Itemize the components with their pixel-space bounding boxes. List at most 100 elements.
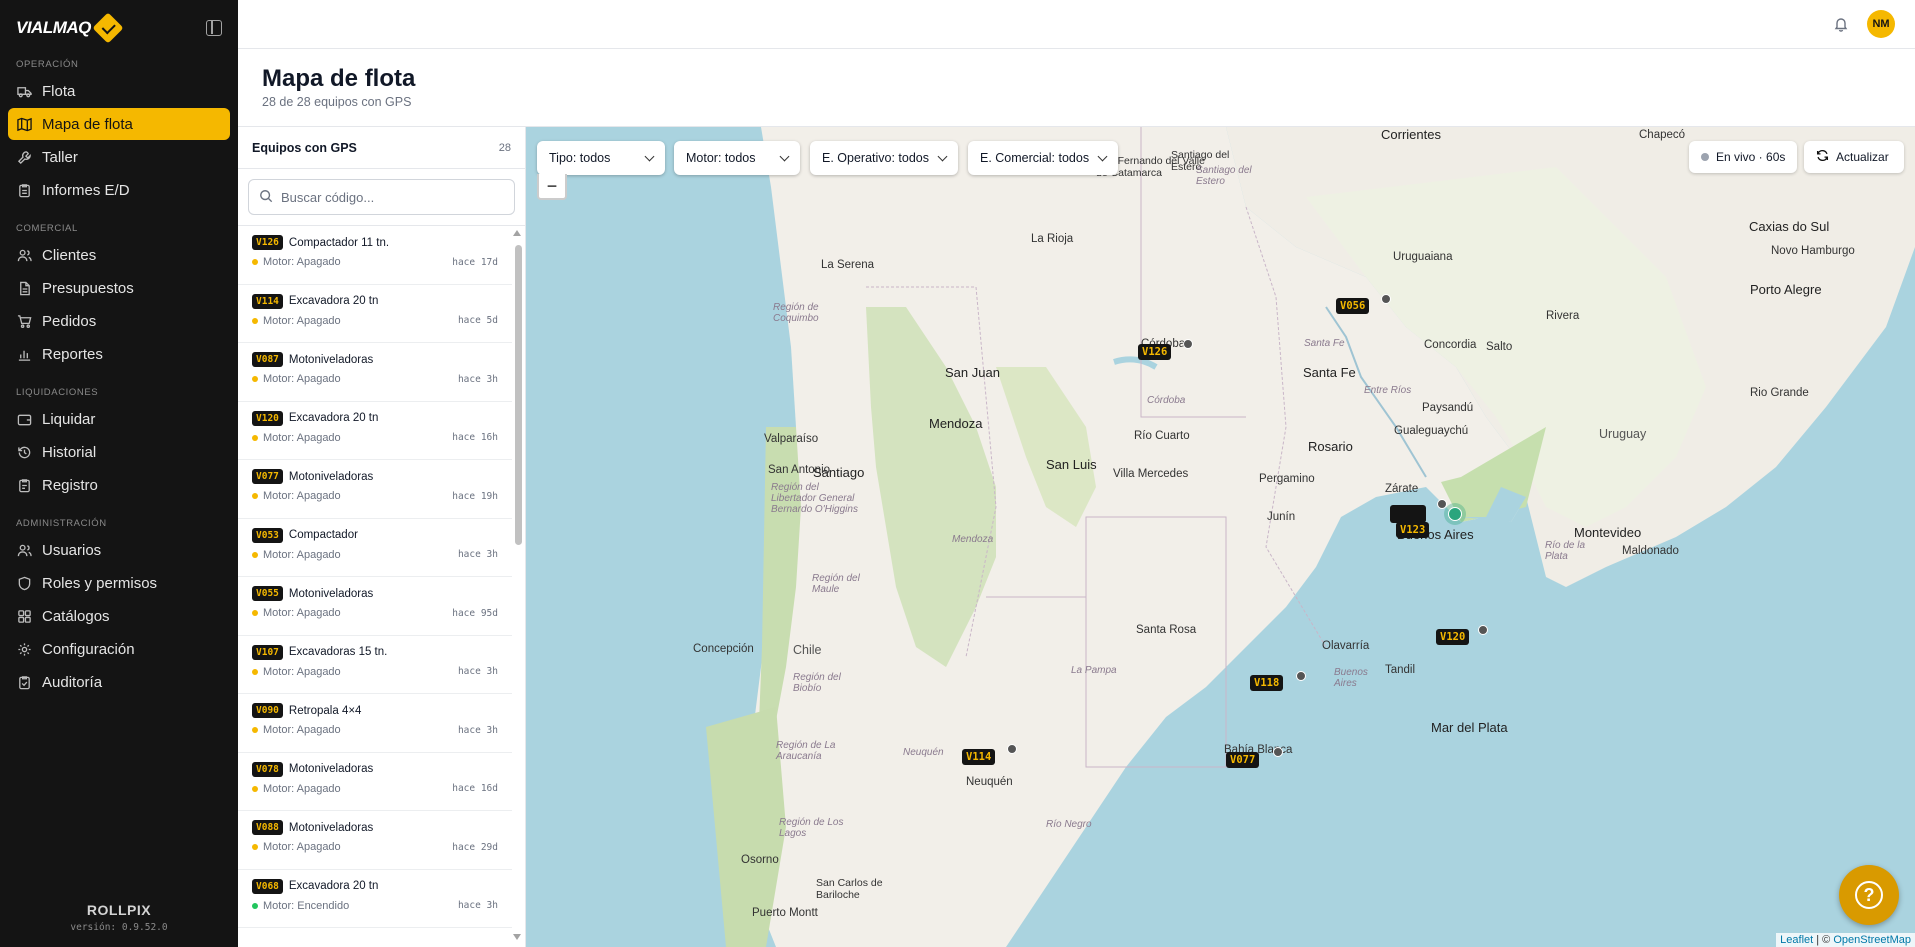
leaflet-link[interactable]: Leaflet <box>1780 934 1813 946</box>
sidebar-item-taller[interactable]: Taller <box>8 141 230 173</box>
item-header: V088 Motoniveladoras <box>252 820 498 835</box>
map-region-label: Región del Maule <box>812 573 860 595</box>
list-item[interactable]: V053 Compactador Motor: Apagado hace 3h <box>238 519 512 577</box>
fleet-map[interactable]: Corrientes Chapecó Caxias do Sul Novo Ha… <box>526 127 1915 947</box>
status-dot <box>252 376 258 382</box>
map-marker-cluster[interactable] <box>1390 505 1426 523</box>
sidebar-item-liquidar[interactable]: Liquidar <box>8 403 230 435</box>
zoom-out-button[interactable]: − <box>537 174 567 200</box>
bell-icon[interactable] <box>1833 16 1849 32</box>
map-marker-label[interactable]: V126 <box>1138 344 1172 360</box>
map-marker-label[interactable]: V118 <box>1250 675 1284 691</box>
map-place-label: Salto <box>1486 341 1513 353</box>
app-version: versión: 0.9.52.0 <box>70 922 168 933</box>
filter-operativo-dropdown[interactable]: E. Operativo: todos <box>810 141 958 175</box>
logo-text: VIALMAQ <box>16 18 91 37</box>
last-seen: hace 29d <box>452 841 498 853</box>
map-marker-dot[interactable] <box>1007 744 1017 754</box>
last-seen: hace 3h <box>457 549 498 560</box>
list-item[interactable]: V126 Compactador 11 tn. Motor: Apagado hace… <box>238 226 512 285</box>
refresh-button[interactable]: Actualizar <box>1804 141 1904 173</box>
users-icon <box>16 542 32 558</box>
map-marker-dot[interactable] <box>1296 671 1306 681</box>
nav-section-title: COMERCIAL <box>16 223 78 234</box>
list-item[interactable]: V114 Excavadora 20 tn Motor: Apagado hace 5… <box>238 285 512 343</box>
list-item[interactable]: V068 Excavadora 20 tn Motor: Encendido hace… <box>238 870 512 928</box>
sidebar-item-roles[interactable]: Roles y permisos <box>8 567 230 599</box>
map-marker-dot[interactable] <box>1478 625 1488 635</box>
filter-comercial-label: E. Comercial: todos <box>980 151 1090 165</box>
map-marker-dot[interactable] <box>1381 294 1391 304</box>
sidebar-collapse-icon[interactable] <box>206 20 222 36</box>
sidebar-item-pedidos[interactable]: Pedidos <box>8 305 230 337</box>
sidebar-item-informes[interactable]: Informes E/D <box>8 174 230 206</box>
filter-tipo-dropdown[interactable]: Tipo: todos <box>537 141 665 175</box>
sidebar-item-presupuestos[interactable]: Presupuestos <box>8 272 230 304</box>
map-marker-label[interactable]: V120 <box>1436 629 1470 645</box>
logo[interactable]: VIALMAQ <box>16 12 124 44</box>
list-item[interactable]: V088 Motoniveladoras Motor: Apagado hace 29… <box>238 811 512 870</box>
help-button[interactable]: ? <box>1839 865 1899 925</box>
map-place-label: Novo Hamburgo <box>1771 245 1855 257</box>
map-marker-label[interactable]: V114 <box>962 749 996 765</box>
list-item[interactable]: V077 Motoniveladoras Motor: Apagado hace 19… <box>238 460 512 519</box>
map-marker-label[interactable]: V123 <box>1396 522 1430 538</box>
item-header: V107 Excavadoras 15 tn. <box>252 644 498 660</box>
sidebar-item-reportes[interactable]: Reportes <box>8 338 230 370</box>
chevron-down-icon <box>779 151 790 161</box>
map-region-label: La Pampa <box>1071 665 1117 676</box>
list-item[interactable]: V120 Excavadora 20 tn Motor: Apagado hace 1… <box>238 402 512 460</box>
refresh-label: Actualizar <box>1836 150 1889 164</box>
list-item[interactable]: V090 Retropala 4×4 Motor: Apagado hace 3h <box>238 694 512 753</box>
filter-motor-dropdown[interactable]: Motor: todos <box>674 141 800 175</box>
sidebar-item-mapa-de-flota[interactable]: Mapa de flota <box>8 108 230 140</box>
scroll-up-arrow[interactable] <box>513 230 521 236</box>
sidebar-item-registro[interactable]: Registro <box>8 469 230 501</box>
footer-brand: ROLLPIX <box>86 902 152 918</box>
equipment-name: Excavadora 20 tn <box>288 880 379 892</box>
filter-tipo-label: Tipo: todos <box>549 151 611 165</box>
sidebar-item-configuracion[interactable]: Configuración <box>8 633 230 665</box>
avatar[interactable]: NM <box>1867 10 1895 38</box>
filter-motor-label: Motor: todos <box>686 151 756 165</box>
last-seen: hace 17d <box>452 256 498 268</box>
last-seen: hace 95d <box>452 607 498 619</box>
map-place-label: Corrientes <box>1381 127 1441 142</box>
list-item[interactable]: V087 Motoniveladoras Motor: Apagado hace 3h <box>238 343 512 402</box>
equipment-code: V090 <box>252 703 283 718</box>
wrench-icon <box>16 149 32 165</box>
scroll-down-arrow[interactable] <box>513 934 521 940</box>
map-marker-label[interactable]: V056 <box>1336 298 1370 314</box>
filter-comercial-dropdown[interactable]: E. Comercial: todos <box>968 141 1118 175</box>
live-label: En vivo · 60s <box>1716 150 1786 164</box>
map-marker-dot[interactable] <box>1437 499 1447 509</box>
list-item[interactable]: V078 Motoniveladoras Motor: Apagado hace 16… <box>238 753 512 811</box>
map-marker-label[interactable]: V077 <box>1226 752 1260 768</box>
search-input[interactable] <box>281 189 481 205</box>
list-item[interactable]: V107 Excavadoras 15 tn. Motor: Apagado hace… <box>238 636 512 694</box>
sidebar-footer: ROLLPIX versión: 0.9.52.0 <box>0 902 238 933</box>
sidebar-item-usuarios[interactable]: Usuarios <box>8 534 230 566</box>
map-marker-active[interactable] <box>1448 507 1462 521</box>
chevron-down-icon <box>937 151 948 161</box>
sidebar-item-historial[interactable]: Historial <box>8 436 230 468</box>
map-place-label: Gualeguaychú <box>1394 425 1469 437</box>
sidebar-item-label: Taller <box>42 148 78 166</box>
map-place-label: Olavarría <box>1322 640 1370 652</box>
status-dot <box>252 727 258 733</box>
sidebar-item-flota[interactable]: Flota <box>8 75 230 107</box>
sidebar-item-clientes[interactable]: Clientes <box>8 239 230 271</box>
map-place-label: Río Cuarto <box>1134 430 1190 442</box>
list-item[interactable]: V055 Motoniveladoras Motor: Apagado hace 95… <box>238 577 512 636</box>
osm-link[interactable]: OpenStreetMap <box>1833 934 1911 946</box>
map-marker-dot[interactable] <box>1183 339 1193 349</box>
sidebar-item-label: Auditoría <box>42 673 103 691</box>
search-box[interactable] <box>248 179 515 215</box>
sidebar-item-auditoria[interactable]: Auditoría <box>8 666 230 698</box>
sidebar-item-catalogos[interactable]: Catálogos <box>8 600 230 632</box>
sidebar-item-label: Catálogos <box>42 607 110 625</box>
map-place-label: San Luis <box>1046 457 1097 472</box>
map-marker-dot[interactable] <box>1273 747 1283 757</box>
attribution-separator: | © <box>1813 934 1834 946</box>
scrollbar-thumb[interactable] <box>515 245 522 545</box>
